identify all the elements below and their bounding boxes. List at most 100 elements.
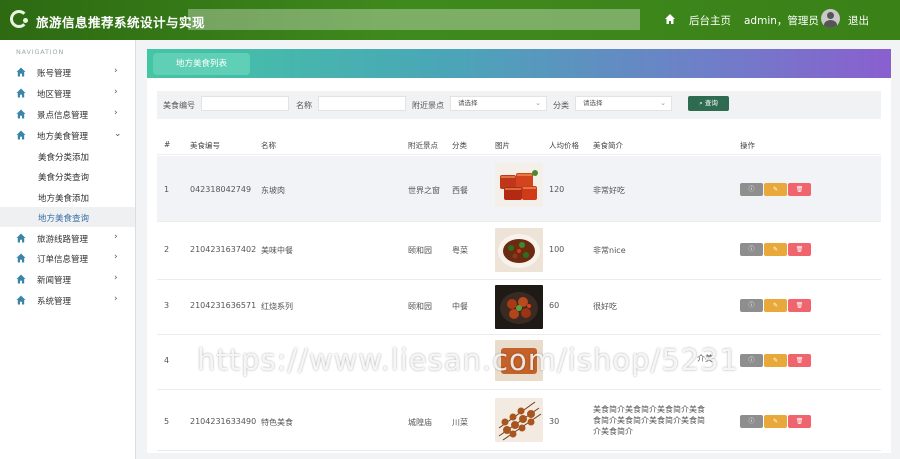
row-code: 2104231636571 (190, 301, 257, 310)
sidebar-item-label: 地区管理 (37, 90, 72, 100)
delete-button[interactable]: 🗑 (788, 354, 811, 367)
col-name: 名称 (261, 141, 276, 150)
sidebar-item-accounts[interactable]: 账号管理 › (0, 62, 135, 82)
edit-button[interactable]: ✎ (764, 183, 787, 196)
row-category: 西餐 (452, 186, 468, 195)
nav-heading: NAVIGATION (16, 48, 65, 56)
col-image: 图片 (495, 141, 510, 150)
view-button[interactable]: ⓘ (740, 415, 763, 428)
col-code: 美食编号 (190, 141, 220, 150)
chevron-right-icon: › (114, 273, 118, 283)
col-intro: 美食简介 (593, 141, 623, 150)
code-input[interactable] (201, 96, 289, 111)
spot-label: 附近景点 (412, 101, 444, 110)
sidebar-item-news[interactable]: 新闻管理 › (0, 269, 135, 289)
chevron-right-icon: › (114, 108, 118, 118)
sidebar-subitem-food-query[interactable]: 地方美食查询 (0, 207, 135, 227)
row-name: 红烧系列 (261, 302, 293, 311)
table-row: 2 2104231637402 美味中餐 颐和园 粤菜 100 非常nice ⓘ… (157, 222, 881, 280)
row-spot: 颐和园 (408, 246, 432, 255)
tab-food-list[interactable]: 地方美食列表 (153, 53, 250, 75)
view-button[interactable]: ⓘ (740, 183, 763, 196)
edit-button[interactable]: ✎ (764, 299, 787, 312)
col-ops: 操作 (740, 141, 755, 150)
sidebar-item-attractions[interactable]: 景点信息管理 › (0, 104, 135, 124)
row-index: 2 (164, 245, 170, 254)
name-input[interactable] (318, 96, 406, 111)
sidebar-item-label: 系统管理 (37, 297, 72, 307)
home-icon (16, 233, 26, 243)
row-name: 美味中餐 (261, 246, 293, 255)
view-button[interactable]: ⓘ (740, 299, 763, 312)
home-icon (16, 253, 26, 263)
row-intro: 很好吃 (593, 302, 617, 311)
col-spot: 附近景点 (408, 141, 438, 150)
sidebar-item-regions[interactable]: 地区管理 › (0, 83, 135, 103)
col-price: 人均价格 (549, 141, 579, 150)
row-index: 4 (164, 356, 170, 365)
table-row: 3 2104231636571 红烧系列 颐和园 中餐 60 很好吃 ⓘ ✎ 🗑 (157, 280, 881, 335)
delete-button[interactable]: 🗑 (788, 243, 811, 256)
avatar[interactable] (821, 9, 840, 28)
edit-button[interactable]: ✎ (764, 243, 787, 256)
top-bar: 旅游信息推荐系统设计与实现 后台主页 admin，管理员 退出 (0, 0, 900, 40)
sidebar-item-label: 景点信息管理 (37, 111, 89, 121)
query-button-label: 查询 (704, 99, 718, 107)
row-code: 042318042749 (190, 185, 252, 194)
sidebar-item-label: 地方美食管理 (37, 132, 89, 142)
delete-button[interactable]: 🗑 (788, 415, 811, 428)
chevron-down-icon: ⌄ (114, 129, 122, 139)
search-form: 美食编号 名称 附近景点 请选择 ⌄ 分类 请选择 ⌄ ⌕ 查询 (157, 91, 881, 119)
logout-link[interactable]: 退出 (848, 13, 869, 28)
sidebar-item-local-food[interactable]: 地方美食管理 ⌄ (0, 125, 135, 145)
chevron-right-icon: › (114, 252, 118, 262)
row-category: 中餐 (452, 302, 468, 311)
row-intro: 非常好吃 (593, 186, 625, 195)
home-icon[interactable] (664, 13, 676, 25)
row-code: 2104231633490 (190, 417, 257, 426)
table-header: # 美食编号 名称 附近景点 分类 图片 人均价格 美食简介 操作 (157, 131, 881, 155)
edit-button[interactable]: ✎ (764, 354, 787, 367)
row-price: 30 (549, 417, 560, 426)
sidebar-item-routes[interactable]: 旅游线路管理 › (0, 228, 135, 248)
delete-button[interactable]: 🗑 (788, 183, 811, 196)
sidebar-subitem-label: 美食分类查询 (38, 173, 90, 183)
chevron-right-icon: › (114, 232, 118, 242)
sidebar-subitem-food-add[interactable]: 地方美食添加 (0, 187, 135, 207)
sidebar-subitem-category-add[interactable]: 美食分类添加 (0, 146, 135, 166)
sidebar-item-orders[interactable]: 订单信息管理 › (0, 248, 135, 268)
row-actions: ⓘ ✎ 🗑 (740, 354, 811, 367)
home-icon (16, 130, 26, 140)
blurred-region (188, 9, 640, 30)
row-price: 120 (549, 185, 565, 194)
food-image (495, 163, 543, 207)
query-button[interactable]: ⌕ 查询 (688, 96, 729, 111)
row-spot: 世界之窗 (408, 186, 440, 195)
sidebar-item-system[interactable]: 系统管理 › (0, 290, 135, 310)
category-select[interactable]: 请选择 ⌄ (575, 96, 672, 111)
home-icon (16, 88, 26, 98)
row-index: 1 (164, 185, 170, 194)
table-row: 5 2104231633490 特色美食 城隍庙 川菜 30 美食简介美食简介美… (157, 390, 881, 451)
row-spot: 颐和园 (408, 302, 432, 311)
view-button[interactable]: ⓘ (740, 243, 763, 256)
sidebar-subitem-label: 地方美食查询 (38, 214, 90, 224)
user-label[interactable]: admin，管理员 (744, 13, 819, 28)
code-label: 美食编号 (163, 101, 195, 110)
home-link[interactable]: 后台主页 (689, 13, 731, 28)
row-code: 2104231637402 (190, 245, 257, 254)
delete-button[interactable]: 🗑 (788, 299, 811, 312)
content-panel: 地方美食列表 美食编号 名称 附近景点 请选择 ⌄ 分类 请选择 ⌄ ⌕ 查询 … (147, 49, 891, 453)
view-button[interactable]: ⓘ (740, 354, 763, 367)
sidebar-subitem-category-query[interactable]: 美食分类查询 (0, 166, 135, 186)
row-category: 川菜 (452, 418, 468, 427)
edit-button[interactable]: ✎ (764, 415, 787, 428)
spot-select[interactable]: 请选择 ⌄ (450, 96, 547, 111)
sidebar-item-label: 新闻管理 (37, 276, 72, 286)
row-actions: ⓘ ✎ 🗑 (740, 183, 811, 196)
col-category: 分类 (452, 141, 467, 150)
food-image (495, 398, 543, 442)
watermark: https://www.liesan.com/ishop/5231 (197, 343, 740, 377)
chevron-right-icon: › (114, 294, 118, 304)
row-index: 3 (164, 301, 170, 310)
